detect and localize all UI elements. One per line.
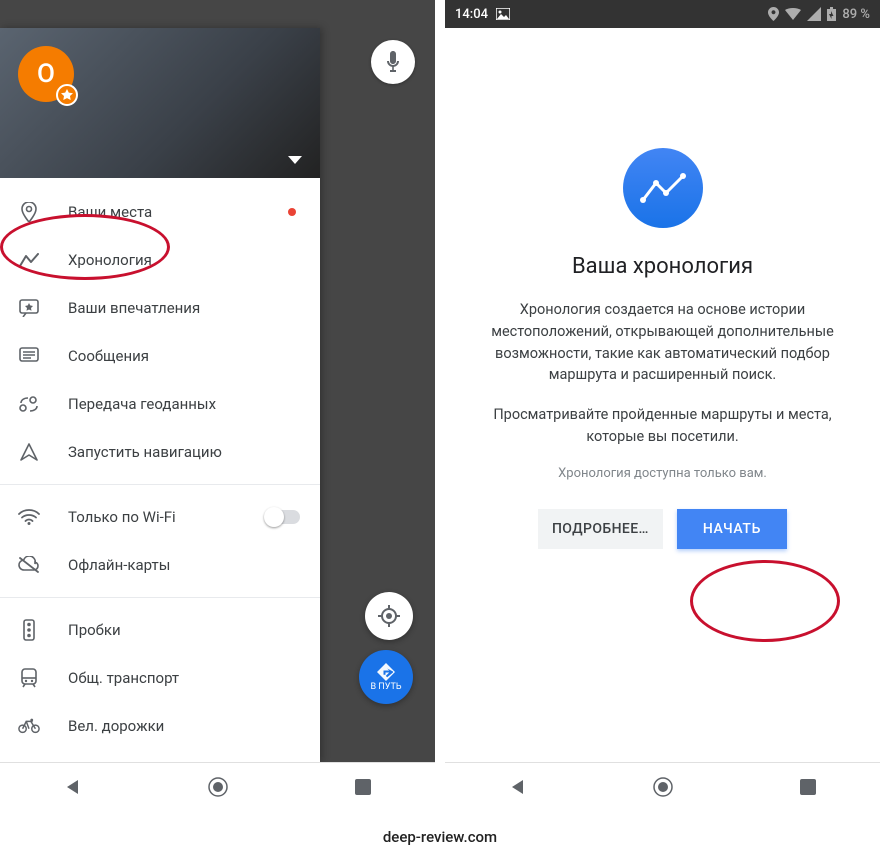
menu-item-offline[interactable]: Офлайн-карты [0, 541, 320, 589]
bike-icon [18, 715, 40, 737]
system-nav-bar [445, 762, 880, 810]
source-watermark: deep-review.com [0, 820, 880, 854]
status-battery: 89 % [842, 7, 870, 22]
menu-item-timeline[interactable]: Хронология [0, 236, 320, 284]
directions-button[interactable]: В ПУТЬ [359, 650, 413, 704]
wifi-icon [18, 506, 40, 528]
menu-item-label: Запустить навигацию [68, 443, 222, 461]
menu-item-label: Пробки [68, 621, 121, 639]
timeline-icon [18, 249, 40, 271]
menu-item-share-loc[interactable]: Передача геоданных [0, 380, 320, 428]
phone-right: 14:04 89 % Ваша хронология Хронология со… [445, 0, 880, 810]
start-button[interactable]: НАЧАТЬ [677, 509, 787, 549]
timeline-hero-icon [623, 148, 703, 228]
phone-left: 14:04 89 % В ПУТЬ O [0, 0, 435, 810]
voice-search-button[interactable] [371, 40, 415, 84]
avatar[interactable]: O [18, 46, 74, 102]
menu-item-label: Только по Wi-Fi [68, 508, 176, 526]
menu-item-label: Общ. транспорт [68, 669, 179, 687]
menu-item-wifi[interactable]: Только по Wi-Fi [0, 493, 320, 541]
menu-divider [0, 484, 320, 485]
message-icon [18, 345, 40, 367]
status-icons: 89 % [768, 7, 870, 22]
drawer-menu: Ваши места Хронология Ваши впечатления Сооб… [0, 178, 320, 762]
photo-icon [496, 8, 510, 20]
menu-item-review[interactable]: Ваши впечатления [0, 284, 320, 332]
menu-item-label: Хронология [68, 251, 152, 269]
menu-item-message[interactable]: Сообщения [0, 332, 320, 380]
status-time: 14:04 [455, 7, 488, 22]
menu-item-label: Сообщения [68, 347, 149, 365]
timeline-body-2: Просматривайте пройденные маршруты и мес… [465, 404, 860, 448]
wifi-icon [785, 8, 801, 20]
menu-item-label: Передача геоданных [68, 395, 216, 413]
microphone-icon [385, 51, 401, 73]
traffic-icon [18, 619, 40, 641]
menu-item-label: Офлайн-карты [68, 556, 170, 574]
status-bar: 14:04 89 % [445, 0, 880, 28]
menu-item-nav[interactable]: Запустить навигацию [0, 428, 320, 476]
directions-icon [377, 663, 395, 681]
learn-more-button[interactable]: ПОДРОБНЕЕ… [538, 509, 663, 549]
menu-item-pin[interactable]: Ваши места [0, 188, 320, 236]
timeline-title: Ваша хронология [572, 254, 753, 279]
menu-item-bike[interactable]: Вел. дорожки [0, 702, 320, 750]
menu-divider [0, 597, 320, 598]
recent-button[interactable] [778, 767, 838, 807]
navigation-drawer: O Ваши места Хронология Ваши впечатления Со… [0, 28, 320, 762]
account-dropdown-icon[interactable] [288, 156, 302, 164]
local-guide-badge-icon [56, 84, 78, 106]
back-button[interactable] [488, 767, 548, 807]
crosshairs-icon [378, 605, 400, 627]
directions-label: В ПУТЬ [370, 682, 401, 692]
nav-icon [18, 441, 40, 463]
menu-item-satellite[interactable]: Спутник [0, 750, 320, 762]
system-nav-bar [0, 762, 435, 810]
wifi-only-toggle[interactable] [266, 510, 300, 524]
home-button[interactable] [188, 767, 248, 807]
pin-icon [18, 201, 40, 223]
menu-item-label: Вел. дорожки [68, 717, 164, 735]
timeline-buttons: ПОДРОБНЕЕ… НАЧАТЬ [538, 509, 787, 549]
battery-icon [827, 7, 836, 21]
timeline-onboarding: Ваша хронология Хронология создается на … [445, 28, 880, 762]
recent-button[interactable] [333, 767, 393, 807]
notification-dot [288, 208, 296, 216]
menu-item-transit[interactable]: Общ. транспорт [0, 654, 320, 702]
timeline-privacy-note: Хронология доступна только вам. [558, 466, 767, 481]
home-button[interactable] [633, 767, 693, 807]
offline-icon [18, 554, 40, 576]
signal-icon [807, 7, 821, 21]
location-icon [768, 7, 779, 21]
review-icon [18, 297, 40, 319]
menu-item-traffic[interactable]: Пробки [0, 606, 320, 654]
back-button[interactable] [43, 767, 103, 807]
avatar-initial: O [37, 59, 55, 89]
menu-item-label: Ваши места [68, 203, 152, 221]
share-loc-icon [18, 393, 40, 415]
my-location-button[interactable] [365, 592, 413, 640]
menu-item-label: Ваши впечатления [68, 299, 200, 317]
timeline-body-1: Хронология создается на основе истории м… [465, 299, 860, 386]
transit-icon [18, 667, 40, 689]
drawer-header[interactable]: O [0, 28, 320, 178]
